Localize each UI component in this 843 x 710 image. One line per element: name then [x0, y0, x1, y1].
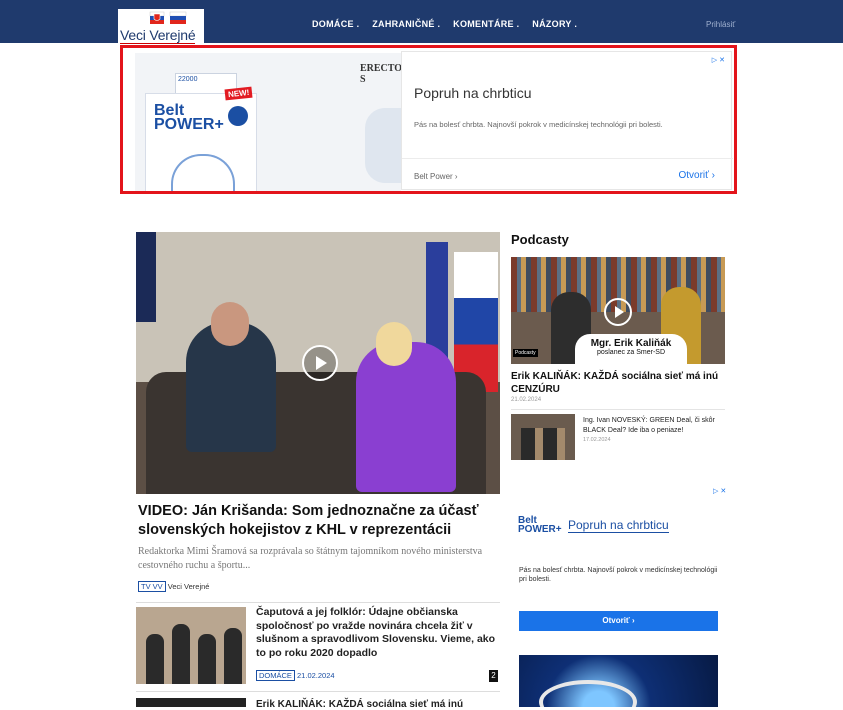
ad-description: Pás na bolesť chrbta. Najnovší pokrok v …: [414, 120, 663, 129]
adchoices-icon[interactable]: ▷ ✕: [712, 56, 725, 64]
login-link[interactable]: Prihlásiť: [706, 20, 735, 29]
ad-source[interactable]: Belt Power ›: [414, 172, 458, 181]
podcast-date: 21.02.2024: [511, 397, 542, 403]
divider: [511, 409, 725, 410]
new-badge: NEW!: [224, 86, 253, 101]
article-category-tag[interactable]: DOMÁCE: [256, 670, 295, 681]
logo-text: Veci Verejné: [120, 27, 196, 44]
article-title[interactable]: Čaputová a jej folklór: Údajne občianska…: [256, 606, 496, 660]
ad-title[interactable]: Popruh na chrbticu: [414, 85, 532, 101]
ad-text-panel[interactable]: ▷ ✕ Popruh na chrbticu Pás na bolesť chr…: [401, 51, 733, 190]
article-thumbnail[interactable]: [136, 698, 246, 707]
person-figure: [146, 634, 164, 684]
nav-zahranicne[interactable]: ZAHRANIČNÉ .: [372, 19, 440, 29]
side-ad-image[interactable]: [519, 655, 718, 707]
reporter-head: [376, 322, 412, 366]
podcast-date: 17.02.2024: [583, 437, 611, 443]
podcast-caption: Mgr. Erik Kaliňák poslanec za Smer-SD: [575, 334, 687, 364]
divider: [136, 691, 500, 692]
ad-image-heading: ERECTOR S: [360, 63, 401, 85]
spine-illustration: [171, 154, 235, 191]
adchoices-icon[interactable]: ▷ ✕: [713, 487, 726, 495]
comment-count-badge[interactable]: 2: [489, 670, 498, 682]
article-thumbnail[interactable]: [136, 607, 246, 684]
ad-divider: [402, 158, 733, 159]
caption-name: Mgr. Erik Kaliňák: [590, 338, 672, 349]
play-icon[interactable]: [302, 345, 338, 381]
interviewee-head: [211, 302, 249, 346]
flags-icon: [149, 11, 187, 24]
article-date: 21.02.2024: [297, 671, 335, 680]
caption-role: poslanec za Smer-SD: [596, 349, 666, 356]
person-figure: [198, 634, 216, 684]
top-navigation-bar: Veci Verejné DOMÁCE . ZAHRANIČNÉ . KOMEN…: [0, 0, 843, 44]
ad-open-button[interactable]: Otvoriť ›: [678, 170, 715, 181]
site-logo[interactable]: Veci Verejné: [118, 9, 204, 44]
article-title[interactable]: Erik KALIŇÁK: KAŽDÁ sociálna sieť má inú: [256, 699, 463, 710]
author: Veci Verejné: [167, 582, 210, 591]
product-box: Belt POWER+ NEW!: [145, 86, 257, 191]
person-figure: [224, 628, 242, 684]
main-headline[interactable]: VIDEO: Ján Krišanda: Som jednoznačne za …: [138, 502, 500, 540]
shoulder-illustration: [365, 108, 401, 183]
thumbnail-panel: [136, 232, 156, 322]
main-lead: Redaktorka Mimi Šramová sa rozprávala so…: [138, 546, 483, 571]
side-ad-title[interactable]: Popruh na chrbticu: [568, 518, 669, 533]
podcast-badge: Podcasty: [513, 349, 538, 357]
sk-flag: [454, 252, 498, 392]
ad-product-image[interactable]: 22000 BeltPOWER+ NEW! ERECTOR S: [135, 53, 401, 191]
nav-komentare[interactable]: KOMENTÁRE .: [453, 19, 519, 29]
main-meta: TV VV Veci Verejné: [138, 581, 210, 592]
play-icon[interactable]: [604, 298, 632, 326]
hero-video-thumbnail[interactable]: [136, 232, 500, 494]
podcasts-heading: Podcasty: [511, 232, 569, 247]
ad-logo[interactable]: Belt POWER+: [518, 516, 562, 535]
product-seal-icon: [228, 106, 248, 126]
podcast-thumbnail[interactable]: Mgr. Erik Kaliňák poslanec za Smer-SD Po…: [511, 257, 725, 364]
top-ad-banner[interactable]: 22000 BeltPOWER+ NEW! ERECTOR S ▷ ✕ Popr…: [120, 45, 737, 194]
side-ad-open-button[interactable]: Otvoriť ›: [519, 611, 718, 631]
nav-nazory[interactable]: NÁZORY .: [532, 19, 577, 29]
podcast-title[interactable]: Ing. Ivan NOVESKÝ: GREEN Deal, či skôr B…: [583, 416, 725, 436]
person-figure: [172, 624, 190, 684]
product-name: Belt POWER+: [154, 102, 224, 133]
reporter-figure: [356, 342, 456, 492]
podcast-thumbnail[interactable]: [511, 414, 575, 460]
main-nav: DOMÁCE . ZAHRANIČNÉ . KOMENTÁRE . NÁZORY…: [312, 19, 587, 29]
podcast-title[interactable]: Erik KALIŇÁK: KAŽDÁ sociálna sieť má inú…: [511, 370, 725, 396]
category-tag[interactable]: TV VV: [138, 581, 166, 592]
article-meta: DOMÁCE 21.02.2024: [256, 670, 335, 681]
nav-domace[interactable]: DOMÁCE .: [312, 19, 359, 29]
side-ad-description: Pás na bolesť chrbta. Najnovší pokrok v …: [519, 567, 718, 583]
divider: [136, 602, 500, 603]
